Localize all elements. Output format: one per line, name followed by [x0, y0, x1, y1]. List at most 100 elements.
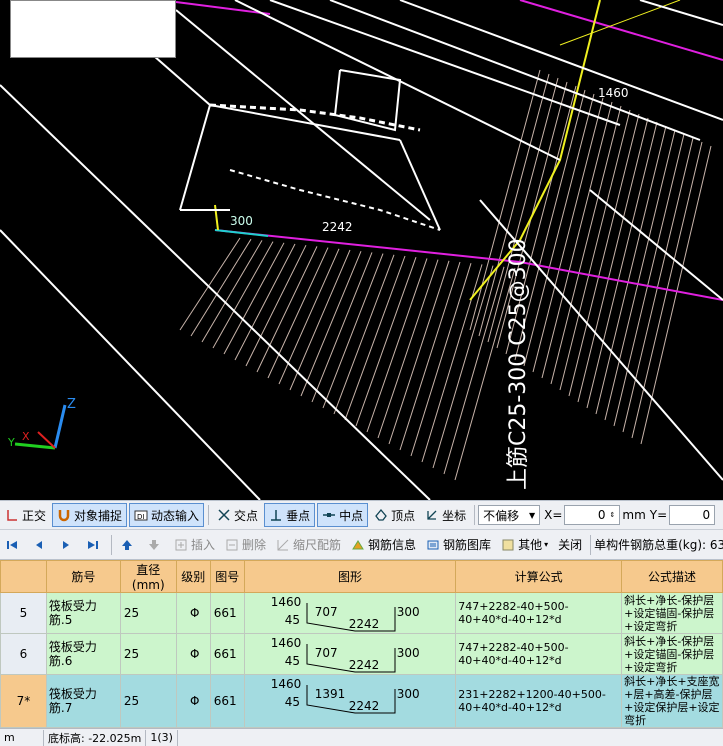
- cad-viewport[interactable]: 1460 300 2242 上筋C25-300 C25@300 Z X Y: [0, 0, 723, 500]
- snap-toolbar: 正交 对象捕捉 DI 动态输入 交点 垂点 中点 顶点 坐标 不偏移 ▼ X= …: [0, 500, 723, 530]
- table-row-selected[interactable]: 7* 筏板受力筋.7 25 Φ 661 1460 45 1391 2242 30…: [0, 674, 723, 728]
- table-row[interactable]: 5 筏板受力筋.5 25 Φ 661 1460 45 707 2242 300 …: [0, 592, 723, 634]
- grade-cell[interactable]: Φ: [175, 592, 211, 634]
- minimap-panel[interactable]: [10, 0, 176, 58]
- rebar-info-button[interactable]: 钢筋信息: [347, 533, 420, 557]
- formula-description-cell[interactable]: 斜长+净长-保护层+设定锚固-保护层+设定弯折: [621, 592, 723, 634]
- x-coordinate-input[interactable]: 0 ⇕: [564, 505, 621, 525]
- column-header-grade[interactable]: 级别: [175, 560, 211, 593]
- formula-cell[interactable]: 231+2282+1200-40+500-40+40*d-40+12*d: [455, 674, 623, 728]
- grade-cell[interactable]: Φ: [175, 674, 211, 728]
- vertex-label: 顶点: [391, 508, 416, 523]
- scale-rebar-button[interactable]: 缩尺配筋: [272, 533, 345, 557]
- shape-code-cell[interactable]: 661: [209, 592, 245, 634]
- y-coordinate-input[interactable]: 0: [669, 505, 716, 525]
- delete-label: 删除: [242, 538, 267, 552]
- shape-dim-seg1: 707: [314, 646, 338, 660]
- row-index[interactable]: 6: [0, 633, 47, 675]
- shape-dim-top-left: 1460: [270, 595, 302, 609]
- other-menu-icon: [501, 538, 515, 552]
- rebar-grid: 筋号 直径(mm) 级别 图号 图形 计算公式 公式描述 5 筏板受力筋.5 2…: [0, 560, 723, 728]
- table-row[interactable]: 6 筏板受力筋.6 25 Φ 661 1460 45 707 2242 300 …: [0, 633, 723, 675]
- close-label: 关闭: [558, 538, 583, 552]
- move-down-button[interactable]: [143, 533, 168, 557]
- axis-y-label: Y: [8, 436, 15, 449]
- shape-dim-top-left: 1460: [270, 636, 302, 650]
- formula-description-cell[interactable]: 斜长+净长-保护层+设定锚固-保护层+设定弯折: [621, 633, 723, 675]
- row-index[interactable]: 7*: [0, 674, 47, 728]
- close-button[interactable]: 关闭: [554, 533, 586, 557]
- ortho-button[interactable]: 正交: [1, 503, 50, 527]
- intersection-snap-button[interactable]: 交点: [213, 503, 262, 527]
- arrow-down-icon: [147, 538, 161, 552]
- shape-cell[interactable]: 1460 45 707 2242 300: [243, 633, 457, 675]
- delete-icon: [225, 538, 239, 552]
- diameter-cell[interactable]: 25: [119, 674, 177, 728]
- perpendicular-snap-button[interactable]: 垂点: [264, 503, 316, 527]
- x-coordinate-value: 0: [597, 508, 606, 522]
- vertex-snap-button[interactable]: 顶点: [370, 503, 419, 527]
- column-header-code[interactable]: 图号: [209, 560, 245, 593]
- offset-mode-select[interactable]: 不偏移 ▼: [478, 505, 541, 525]
- previous-record-icon: [32, 538, 46, 552]
- column-header-name[interactable]: 筋号: [45, 560, 121, 593]
- shape-dim-bottom-left: 45: [284, 613, 300, 627]
- move-up-button[interactable]: [116, 533, 141, 557]
- dynamic-input-label: 动态输入: [151, 508, 200, 523]
- column-header-diameter[interactable]: 直径(mm): [119, 560, 177, 593]
- shape-cell[interactable]: 1460 45 707 2242 300: [243, 592, 457, 634]
- rebar-library-button[interactable]: 钢筋图库: [422, 533, 495, 557]
- scale-rebar-icon: [276, 538, 290, 552]
- insert-button[interactable]: 插入: [170, 533, 219, 557]
- first-record-button[interactable]: [1, 533, 26, 557]
- shape-code-cell[interactable]: 661: [209, 633, 245, 675]
- rebar-annotation-vertical: 上筋C25-300 C25@300: [506, 238, 531, 490]
- cad-drawing: [0, 0, 723, 500]
- toolbar-separator: [208, 505, 210, 525]
- rebar-name-cell[interactable]: 筏板受力筋.5: [45, 592, 121, 634]
- ortho-icon: [5, 508, 19, 522]
- shape-dim-seg2: 2242: [348, 658, 380, 672]
- diameter-cell[interactable]: 25: [119, 633, 177, 675]
- last-record-button[interactable]: [82, 533, 107, 557]
- delete-button[interactable]: 删除: [221, 533, 270, 557]
- coordinate-snap-button[interactable]: 坐标: [421, 503, 470, 527]
- x-coordinate-label: X=: [544, 508, 563, 522]
- row-index[interactable]: 5: [0, 592, 47, 634]
- perpendicular-label: 垂点: [286, 508, 311, 523]
- column-header-shape[interactable]: 图形: [243, 560, 457, 593]
- axis-x-label: X: [22, 430, 30, 443]
- spinner-icon[interactable]: ⇕: [610, 511, 616, 519]
- rebar-info-label: 钢筋信息: [368, 538, 417, 552]
- next-record-button[interactable]: [55, 533, 80, 557]
- magenta-edge-top: [175, 1, 271, 15]
- formula-cell[interactable]: 747+2282-40+500-40+40*d-40+12*d: [455, 592, 623, 634]
- column-header-description[interactable]: 公式描述: [621, 560, 723, 593]
- shape-dim-bottom-left: 45: [284, 695, 300, 709]
- dynamic-input-button[interactable]: DI 动态输入: [129, 503, 205, 527]
- midpoint-snap-button[interactable]: 中点: [317, 503, 369, 527]
- previous-record-button[interactable]: [28, 533, 53, 557]
- formula-cell[interactable]: 747+2282-40+500-40+40*d-40+12*d: [455, 633, 623, 675]
- shape-dim-right: 300: [396, 605, 420, 619]
- coordinate-icon: [425, 508, 439, 522]
- chevron-down-icon: ▼: [528, 510, 536, 520]
- shape-cell[interactable]: 1460 45 1391 2242 300: [243, 674, 457, 728]
- coordinate-label: 坐标: [442, 508, 467, 523]
- rebar-name-cell[interactable]: 筏板受力筋.6: [45, 633, 121, 675]
- formula-description-cell[interactable]: 斜长+净长+支座宽+层+高差-保护层+设定保护层+设定弯折: [621, 674, 723, 728]
- dimension-label-1460: 1460: [598, 86, 629, 100]
- column-header-formula[interactable]: 计算公式: [455, 560, 623, 593]
- rebar-name-cell[interactable]: 筏板受力筋.7: [45, 674, 121, 728]
- next-record-icon: [59, 538, 73, 552]
- shape-code-cell[interactable]: 661: [209, 674, 245, 728]
- object-snap-button[interactable]: 对象捕捉: [52, 503, 128, 527]
- rebar-library-label: 钢筋图库: [443, 538, 492, 552]
- shape-dim-right: 300: [396, 646, 420, 660]
- dashed-rebar-line: [209, 103, 421, 132]
- grade-cell[interactable]: Φ: [175, 633, 211, 675]
- ortho-label: 正交: [22, 508, 47, 523]
- yellow-rebar-hook: [214, 204, 219, 231]
- diameter-cell[interactable]: 25: [119, 592, 177, 634]
- other-menu-button[interactable]: 其他 ▾: [497, 533, 552, 557]
